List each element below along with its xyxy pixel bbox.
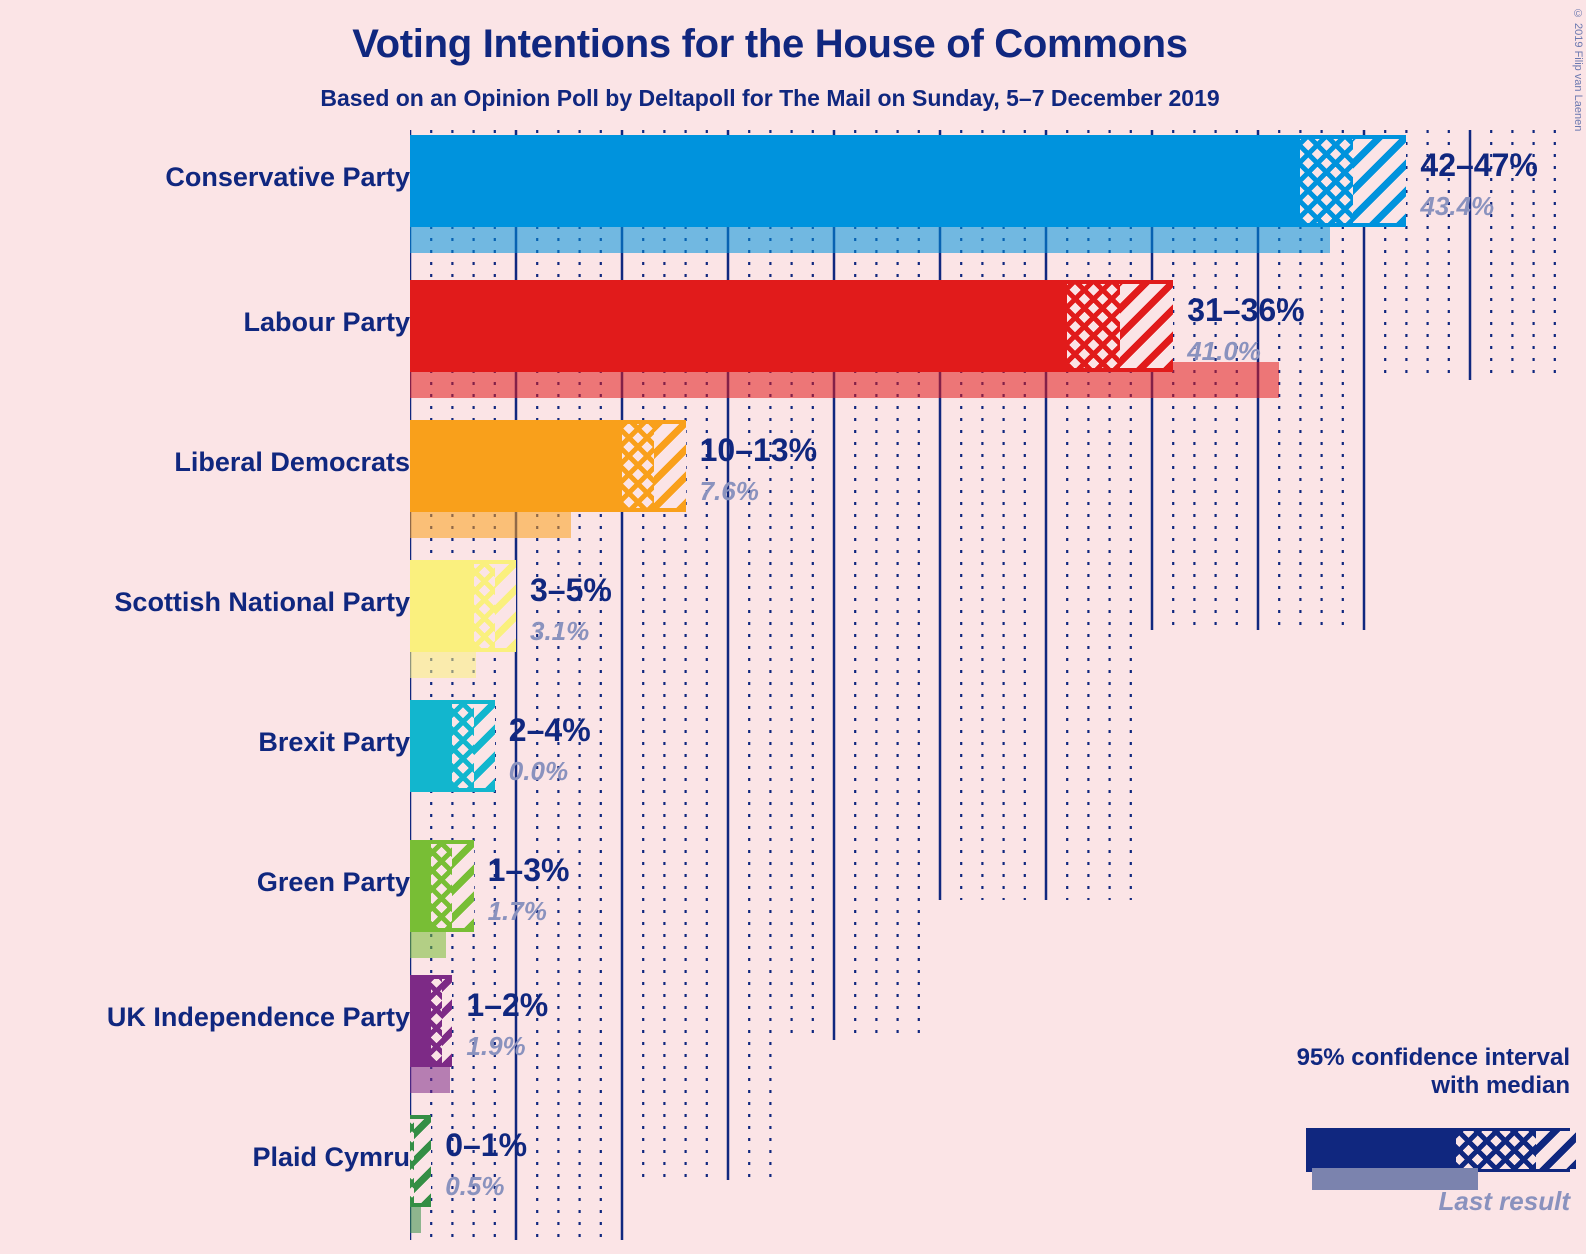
range-value-label: 0–1% <box>445 1127 528 1163</box>
ci-crosshatch-segment <box>1300 139 1354 223</box>
range-value-label: 3–5% <box>530 572 612 608</box>
last-result-value-label: 3.1% <box>530 616 590 646</box>
legend-solid-segment <box>1306 1131 1456 1169</box>
range-value-label: 1–2% <box>466 987 549 1023</box>
page-title: Voting Intentions for the House of Commo… <box>352 22 1188 66</box>
ci-bar-conservative-party[interactable] <box>410 135 1407 227</box>
ci-bar-green-party[interactable] <box>410 840 474 932</box>
category-label-green-party: Green Party <box>256 867 410 897</box>
legend-diagonal-segment <box>1536 1131 1576 1169</box>
category-label-conservative-party: Conservative Party <box>165 162 410 192</box>
range-value-label: 31–36% <box>1187 292 1305 328</box>
ci-crosshatch-segment <box>622 424 654 508</box>
legend-ci-line2: with median <box>1431 1072 1570 1100</box>
ci-crosshatch-segment <box>431 844 453 928</box>
ci-diagonal-segment <box>1120 284 1174 368</box>
ci-crosshatch-segment <box>452 704 474 788</box>
ci-diagonal-segment <box>452 844 474 928</box>
ci-bar-scottish-national-party[interactable] <box>410 560 516 652</box>
category-label-uk-independence-party: UK Independence Party <box>106 1002 410 1032</box>
category-label-plaid-cymru: Plaid Cymru <box>252 1142 410 1172</box>
ci-solid-segment <box>410 424 654 508</box>
page-subtitle: Based on an Opinion Poll by Deltapoll fo… <box>320 85 1220 111</box>
ci-bar-labour-party[interactable] <box>410 280 1174 372</box>
ci-diagonal-segment <box>473 704 495 788</box>
ci-bar-plaid-cymru[interactable] <box>410 1115 432 1207</box>
category-label-scottish-national-party: Scottish National Party <box>114 587 410 617</box>
last-result-value-label: 0.5% <box>445 1171 505 1201</box>
last-result-value-label: 1.9% <box>466 1031 526 1061</box>
copyright-notice: © 2019 Filip van Laenen <box>1572 8 1584 132</box>
range-value-label: 1–3% <box>487 852 570 888</box>
range-value-label: 2–4% <box>508 712 591 748</box>
range-value-label: 42–47% <box>1420 147 1538 183</box>
legend-ci-label: 95% confidence interval with median <box>1297 1044 1570 1101</box>
last-result-value-label: 41.0% <box>1187 336 1261 366</box>
category-label-labour-party: Labour Party <box>243 307 410 337</box>
ci-solid-segment <box>410 139 1354 223</box>
ci-crosshatch-segment <box>473 564 495 648</box>
legend-last-result-label: Last result <box>1438 1186 1571 1216</box>
ci-diagonal-segment <box>414 1119 432 1203</box>
ci-diagonal-segment <box>653 424 686 508</box>
ci-crosshatch-segment <box>1067 284 1121 368</box>
ci-diagonal-segment <box>1353 139 1407 223</box>
ci-crosshatch-segment <box>431 979 442 1063</box>
range-value-label: 10–13% <box>699 432 818 468</box>
ci-bar-liberal-democrats[interactable] <box>410 420 686 512</box>
ci-solid-segment <box>410 284 1121 368</box>
category-label-brexit-party: Brexit Party <box>258 727 410 757</box>
legend-crosshatch-segment <box>1456 1131 1536 1169</box>
ci-diagonal-segment <box>494 564 516 648</box>
ci-bar-brexit-party[interactable] <box>410 700 495 792</box>
last-result-value-label: 7.6% <box>699 476 759 506</box>
legend-ci-line1: 95% confidence interval <box>1296 1044 1570 1071</box>
last-result-value-label: 43.4% <box>1420 191 1495 221</box>
last-result-value-label: 1.7% <box>487 896 547 926</box>
last-result-value-label: 0.0% <box>508 756 569 786</box>
ci-bar-uk-independence-party[interactable] <box>410 975 453 1067</box>
ci-diagonal-segment <box>441 979 453 1063</box>
category-label-liberal-democrats: Liberal Democrats <box>174 447 410 477</box>
legend-sample-bar <box>1306 1128 1576 1172</box>
